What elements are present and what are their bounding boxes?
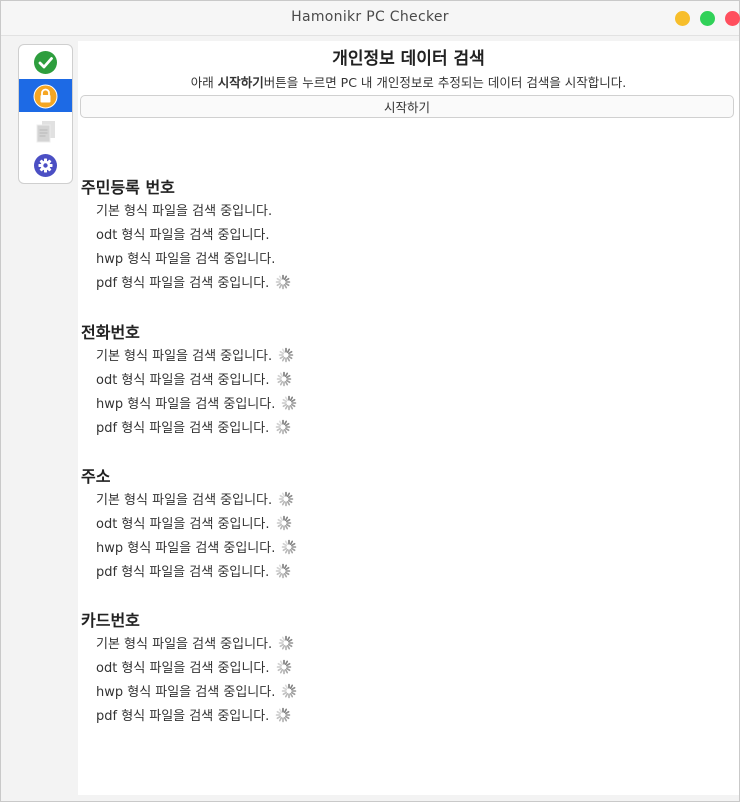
- status-row: odt 형식 파일을 검색 중입니다.: [81, 224, 681, 248]
- status-row: odt 형식 파일을 검색 중입니다.: [81, 369, 681, 393]
- lock-icon: [33, 84, 58, 109]
- document-icon: [36, 121, 55, 143]
- minimize-button[interactable]: [675, 11, 690, 26]
- window-title: Hamonikr PC Checker: [291, 9, 449, 25]
- sidebar: [18, 44, 73, 184]
- spinner-icon: [278, 347, 294, 363]
- section-title: 주민등록 번호: [81, 178, 175, 197]
- status-row: pdf 형식 파일을 검색 중입니다.: [81, 417, 681, 441]
- status-row: odt 형식 파일을 검색 중입니다.: [81, 657, 681, 681]
- app-window: Hamonikr PC Checker 개인정보 데이터 검색 아래 시작하기버…: [0, 0, 740, 802]
- status-text: pdf 형식 파일을 검색 중입니다.: [96, 421, 270, 436]
- title-bar[interactable]: Hamonikr PC Checker: [1, 1, 740, 36]
- description-bold: 시작하기: [217, 75, 264, 90]
- status-row: 기본 형식 파일을 검색 중입니다.: [81, 345, 681, 369]
- spinner-icon: [282, 683, 297, 699]
- status-row: 기본 형식 파일을 검색 중입니다.: [81, 200, 681, 224]
- spinner-icon: [276, 274, 291, 290]
- main-panel: 개인정보 데이터 검색 아래 시작하기버튼을 누르면 PC 내 개인정보로 추정…: [78, 41, 739, 795]
- status-text: hwp 형식 파일을 검색 중입니다.: [96, 685, 276, 700]
- check-circle-icon: [34, 51, 57, 74]
- page-title: 개인정보 데이터 검색: [332, 49, 485, 69]
- page-description: 아래 시작하기버튼을 누르면 PC 내 개인정보로 추정되는 데이터 검색을 시…: [78, 72, 739, 91]
- status-text: odt 형식 파일을 검색 중입니다.: [96, 661, 270, 676]
- status-text: 기본 형식 파일을 검색 중입니다.: [96, 493, 273, 508]
- status-row: hwp 형식 파일을 검색 중입니다.: [81, 681, 681, 705]
- sidebar-item-settings[interactable]: [19, 148, 72, 181]
- status-text: 기본 형식 파일을 검색 중입니다.: [96, 349, 273, 364]
- status-row: 기본 형식 파일을 검색 중입니다.: [81, 489, 681, 513]
- section-title: 주소: [81, 467, 111, 486]
- sidebar-item-documents[interactable]: [19, 114, 72, 147]
- maximize-button[interactable]: [700, 11, 715, 26]
- status-text: pdf 형식 파일을 검색 중입니다.: [96, 565, 270, 580]
- status-row: pdf 형식 파일을 검색 중입니다.: [81, 705, 681, 729]
- spinner-icon: [282, 539, 297, 555]
- description-prefix: 아래: [190, 75, 218, 90]
- status-row: odt 형식 파일을 검색 중입니다.: [81, 513, 681, 537]
- close-button[interactable]: [725, 11, 740, 26]
- status-text: hwp 형식 파일을 검색 중입니다.: [96, 252, 276, 267]
- spinner-icon: [276, 707, 291, 723]
- section-title: 전화번호: [81, 323, 140, 342]
- status-row: hwp 형식 파일을 검색 중입니다.: [81, 248, 681, 272]
- spinner-icon: [278, 491, 294, 507]
- status-text: odt 형식 파일을 검색 중입니다.: [96, 228, 270, 243]
- status-text: pdf 형식 파일을 검색 중입니다.: [96, 276, 270, 291]
- status-text: hwp 형식 파일을 검색 중입니다.: [96, 541, 276, 556]
- status-row: pdf 형식 파일을 검색 중입니다.: [81, 272, 681, 296]
- status-text: pdf 형식 파일을 검색 중입니다.: [96, 709, 270, 724]
- status-text: 기본 형식 파일을 검색 중입니다.: [96, 637, 273, 652]
- status-row: hwp 형식 파일을 검색 중입니다.: [81, 393, 681, 417]
- description-suffix: 버튼을 누르면 PC 내 개인정보로 추정되는 데이터 검색을 시작합니다.: [263, 75, 627, 90]
- spinner-icon: [276, 419, 291, 435]
- status-text: odt 형식 파일을 검색 중입니다.: [96, 373, 270, 388]
- status-text: hwp 형식 파일을 검색 중입니다.: [96, 397, 276, 412]
- spinner-icon: [278, 635, 294, 651]
- status-row: pdf 형식 파일을 검색 중입니다.: [81, 561, 681, 585]
- status-row: 기본 형식 파일을 검색 중입니다.: [81, 633, 681, 657]
- result-section: 주민등록 번호기본 형식 파일을 검색 중입니다. odt 형식 파일을 검색 중…: [81, 176, 681, 296]
- spinner-icon: [276, 515, 291, 531]
- spinner-icon: [276, 563, 291, 579]
- result-section: 주소기본 형식 파일을 검색 중입니다. odt 형식 파일을 검색 중입니다. h…: [81, 465, 681, 585]
- result-section: 카드번호기본 형식 파일을 검색 중입니다. odt 형식 파일을 검색 중입니다…: [81, 609, 681, 729]
- spinner-icon: [276, 659, 291, 675]
- status-row: hwp 형식 파일을 검색 중입니다.: [81, 537, 681, 561]
- sidebar-item-check[interactable]: [19, 45, 72, 78]
- start-button[interactable]: 시작하기: [80, 95, 734, 118]
- status-text: odt 형식 파일을 검색 중입니다.: [96, 517, 270, 532]
- spinner-icon: [282, 395, 297, 411]
- status-text: 기본 형식 파일을 검색 중입니다.: [96, 204, 273, 219]
- result-section: 전화번호기본 형식 파일을 검색 중입니다. odt 형식 파일을 검색 중입니다…: [81, 321, 681, 441]
- sidebar-item-privacy[interactable]: [19, 79, 72, 112]
- spinner-icon: [276, 371, 291, 387]
- section-title: 카드번호: [81, 611, 140, 630]
- gear-icon: [34, 154, 57, 177]
